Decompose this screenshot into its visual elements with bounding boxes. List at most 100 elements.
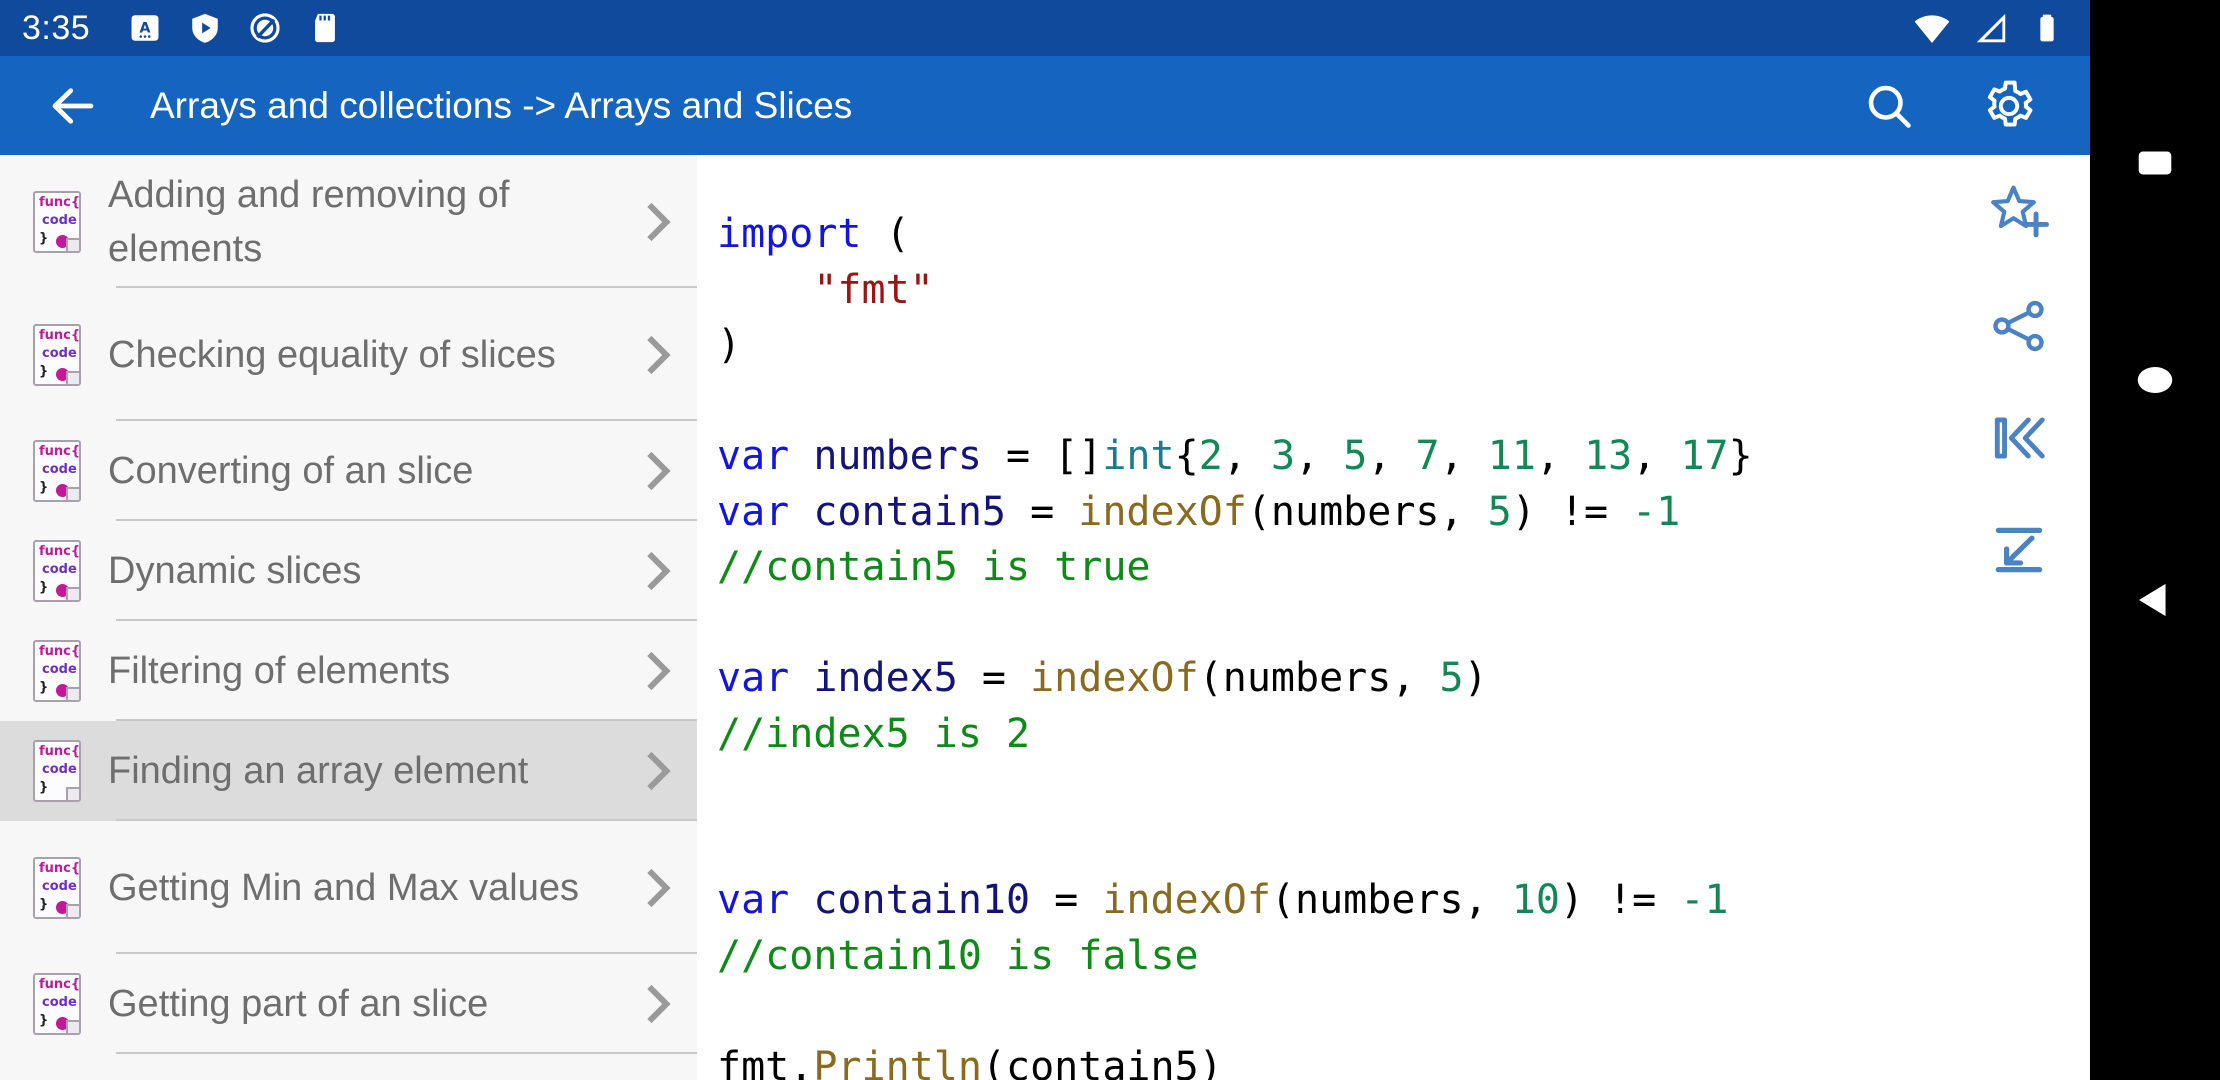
code-token: , — [1439, 433, 1488, 479]
code-token: contain10 — [813, 877, 1031, 923]
data-saver-icon — [248, 11, 282, 45]
skip-to-start-icon[interactable] — [1980, 399, 2058, 477]
content-area: func{code} Adding and removing of element… — [0, 155, 2090, 1080]
battery-icon — [2030, 11, 2064, 45]
chevron-right-icon — [631, 548, 685, 594]
sidebar-item-checking-equality-of-slices[interactable]: func{code} Checking equality of slices — [0, 288, 697, 421]
app-bar: Arrays and collections -> Arrays and Sli… — [0, 56, 2090, 155]
code-token: ) != — [1511, 488, 1633, 535]
code-token: ( — [861, 211, 910, 257]
sidebar-item-filtering-of-elements[interactable]: func{code} Filtering of elements — [0, 621, 697, 721]
sd-card-icon — [308, 11, 342, 45]
sidebar-item-label: Finding an array element — [108, 750, 529, 792]
page-title: Arrays and collections -> Arrays and Sli… — [150, 84, 853, 126]
code-token: import — [717, 211, 862, 257]
code-token: 7 — [1415, 433, 1440, 479]
input-method-icon: A — [128, 11, 162, 45]
code-token: 10 — [1511, 877, 1560, 923]
code-token: (contain5) — [981, 1043, 1223, 1080]
code-token: //contain5 is true — [717, 544, 1151, 590]
sidebar-item-adding-and-removing-of-elements[interactable]: func{code} Adding and removing of element… — [0, 155, 697, 288]
code-viewer[interactable]: import ( "fmt" ) var numbers = []int{2, … — [697, 155, 2090, 1080]
sidebar-item-label: Dynamic slices — [108, 550, 362, 592]
code-file-icon: func{code} — [24, 973, 90, 1035]
code-file-icon: func{code} — [24, 640, 90, 702]
code-token: (numbers, — [1246, 488, 1488, 535]
sidebar-item-dynamic-slices[interactable]: func{code} Dynamic slices — [0, 521, 697, 621]
code-token: var — [717, 433, 790, 479]
share-icon[interactable] — [1980, 287, 2058, 365]
code-token: indexOf — [1102, 877, 1271, 923]
wifi-icon — [1912, 8, 1952, 48]
chevron-right-icon — [631, 981, 685, 1027]
code-token: , — [1295, 433, 1344, 479]
code-token: -1 — [1680, 877, 1729, 923]
code-token: -1 — [1632, 488, 1681, 535]
code-token: = — [1030, 877, 1103, 923]
code-token: 2 — [1198, 433, 1223, 479]
code-token: var — [717, 877, 790, 923]
code-file-icon: func{code} — [24, 540, 90, 602]
code-token: indexOf — [1030, 655, 1199, 701]
code-token: 17 — [1680, 433, 1729, 479]
code-token: = — [957, 655, 1031, 701]
code-file-icon: func{code} — [24, 740, 90, 802]
code-token: int — [1102, 433, 1175, 479]
sidebar-item-finding-an-array-element[interactable]: func{code} Finding an array element — [0, 721, 697, 821]
code-token: var — [717, 655, 790, 701]
recents-button[interactable] — [2110, 118, 2200, 208]
android-app-screen: 3:35 A Arrays and collections -> Arrays … — [0, 0, 2220, 1080]
code-file-icon: func{code} — [24, 440, 90, 502]
status-bar-right — [1912, 8, 2074, 48]
code-token: ) — [717, 322, 742, 368]
code-token: , — [1222, 433, 1271, 479]
code-token: } — [1728, 433, 1753, 479]
code-token: 13 — [1584, 433, 1633, 479]
search-icon[interactable] — [1860, 77, 1918, 135]
chevron-right-icon — [631, 865, 685, 911]
code-token: numbers — [813, 433, 982, 479]
add-to-favorites-icon[interactable] — [1980, 175, 2058, 253]
code-token: //index5 is 2 — [717, 710, 1031, 757]
code-token: , — [1367, 433, 1416, 479]
code-token: 11 — [1487, 433, 1536, 479]
code-token: indexOf — [1078, 488, 1247, 535]
sidebar-item-getting-min-and-max-values[interactable]: func{code} Getting Min and Max values — [0, 821, 697, 954]
svg-text:A: A — [140, 20, 151, 36]
back-arrow-icon[interactable] — [40, 73, 106, 139]
sidebar-item-label: Getting Min and Max values — [108, 866, 580, 909]
status-bar-left: 3:35 A — [22, 9, 368, 48]
code-token: 5 — [1343, 433, 1368, 479]
collapse-to-bottom-icon[interactable] — [1980, 511, 2058, 589]
chevron-right-icon — [631, 748, 685, 794]
code-token: ) != — [1559, 877, 1681, 923]
home-button[interactable] — [2110, 335, 2200, 425]
list-divider — [116, 1052, 697, 1054]
cellular-signal-icon — [1972, 9, 2010, 47]
code-token: { — [1174, 433, 1199, 479]
back-button[interactable] — [2110, 555, 2200, 645]
code-token: fmt. — [717, 1043, 814, 1080]
sidebar-item-label: Converting of an slice — [108, 450, 474, 492]
chevron-right-icon — [631, 448, 685, 494]
chevron-right-icon — [631, 332, 685, 378]
sidebar-item-label: Filtering of elements — [108, 650, 451, 692]
code-token: ) — [1463, 655, 1488, 701]
sidebar-item-label: Getting part of an slice — [108, 983, 489, 1025]
gear-icon[interactable] — [1980, 77, 2038, 135]
code-token: = — [1006, 488, 1079, 535]
code-token: 5 — [1487, 488, 1512, 535]
code-token: (numbers, — [1198, 655, 1440, 701]
sidebar-item-getting-part-of-an-slice[interactable]: func{code} Getting part of an slice — [0, 954, 697, 1054]
sidebar-item-label: Adding and removing of elements — [108, 173, 510, 270]
code-token: //contain10 is false — [717, 932, 1199, 979]
chevron-right-icon — [631, 199, 685, 245]
chevron-right-icon — [631, 648, 685, 694]
topic-list-sidebar[interactable]: func{code} Adding and removing of element… — [0, 155, 697, 1080]
sidebar-item-converting-of-an-slice[interactable]: func{code} Converting of an slice — [0, 421, 697, 521]
sidebar-item-label: Checking equality of slices — [108, 333, 556, 376]
code-token: index5 — [813, 655, 958, 701]
code-token: var — [717, 488, 790, 535]
